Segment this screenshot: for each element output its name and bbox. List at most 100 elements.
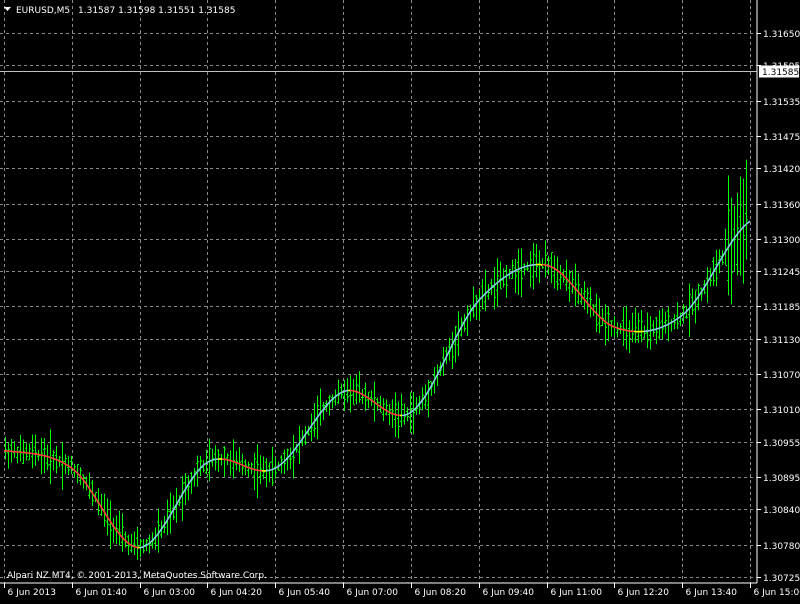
ma-segment [252,469,254,470]
watermark: Alpari NZ MT4, © 2001-2013, MetaQuotes S… [7,571,267,581]
y-tick-label: 1.30895 [763,474,800,484]
ma-segment [522,267,524,268]
ma-segment [392,413,394,414]
ma-segment [512,271,514,272]
ma-segment [50,457,52,458]
ma-segment [384,409,386,410]
ma-segment [380,406,382,407]
ma-segment [514,270,516,271]
ma-segment [240,464,242,465]
x-tick-label: 6 Jun 09:40 [483,588,535,598]
ma-segment [68,466,70,467]
ma-segment [526,266,528,267]
y-tick-label: 1.31475 [763,133,800,143]
ma-segment [234,462,236,463]
x-tick-label: 6 Jun 03:00 [144,588,196,598]
current-price-label: 1.31585 [762,68,799,78]
y-tick-label: 1.30780 [763,542,800,552]
current-price-badge: 1.31585 [759,66,799,79]
ma-segment [60,461,62,462]
ma-segment [508,274,510,275]
y-tick-label: 1.30955 [763,439,800,449]
y-tick-label: 1.31185 [763,303,800,313]
ma-segment [510,272,512,273]
symbol-timeframe: EURUSD,M5 [16,6,70,16]
ma-segment [230,461,232,462]
x-tick-label: 6 Jun 08:20 [415,588,467,598]
ma-segment [344,391,346,392]
ma-segment [506,275,508,276]
y-tick-label: 1.31070 [763,371,800,381]
ma-segment [142,547,144,548]
ma-segment [612,326,614,327]
ma-segment [146,544,148,545]
ma-segment [48,457,50,458]
ma-segment [248,467,250,468]
ma-segment [674,320,676,321]
ma-segment [548,266,550,267]
ma-segment [64,463,66,464]
ma-segment [394,414,396,415]
ma-segment [358,392,360,393]
y-tick-label: 1.31245 [763,268,800,278]
ma-segment [134,547,136,548]
ma-segment [410,412,412,413]
ma-segment [408,413,410,414]
ma-segment [354,391,356,392]
ma-segment [208,461,210,462]
ma-segment [366,397,368,398]
ma-segment [658,328,660,329]
y-tick-label: 1.31300 [763,236,800,246]
ma-segment [382,408,384,409]
y-tick-label: 1.31130 [763,336,800,346]
ma-segment [46,456,48,457]
ma-segment [554,268,556,269]
ma-segment [212,460,214,461]
ma-segment [390,413,392,414]
ma-segment [244,466,246,467]
ma-segment [274,468,276,469]
ma-segment [206,462,208,463]
ma-segment [54,459,56,460]
ma-segment [66,464,68,465]
ma-segment [386,410,388,411]
ma-segment [254,469,256,470]
ma-segment [676,318,678,319]
ma-segment [270,470,272,471]
y-tick-label: 1.31535 [763,98,800,108]
chart-header: EURUSD,M5 1.31587 1.31598 1.31551 1.3158… [4,6,235,16]
x-tick-label: 6 Jun 13:40 [686,588,738,598]
x-tick-label: 6 Jun 01:40 [76,588,128,598]
ma-segment [44,456,46,457]
ma-segment [616,328,618,329]
ma-segment [610,325,612,326]
ma-segment [242,465,244,466]
x-tick-label: 6 Jun 07:00 [347,588,399,598]
price-chart[interactable]: 1.316501.315951.315351.314751.314201.313… [0,0,800,600]
x-tick-label: 6 Jun 05:40 [279,588,331,598]
ma-segment [342,391,344,392]
ma-segment [656,329,658,330]
chart-area[interactable]: 1.316501.315951.315351.314751.314201.313… [0,0,800,600]
ma-segment [360,393,362,394]
ma-segment [608,324,610,325]
ma-segment [552,267,554,268]
ma-segment [654,329,656,330]
ma-segment [250,468,252,469]
ma-segment [524,266,526,267]
x-tick-label: 6 Jun 11:00 [551,588,603,598]
ma-segment [672,321,674,322]
x-tick-label: 6 Jun 2013 [8,588,56,598]
ma-segment [56,459,58,460]
ma-segment [662,326,664,327]
ma-segment [338,393,340,394]
ma-segment [362,394,364,395]
ma-segment [664,325,666,326]
y-tick-label: 1.31360 [763,201,800,211]
ma-segment [238,463,240,464]
ma-segment [620,329,622,330]
x-tick-label: 6 Jun 15:00 [754,588,800,598]
ma-segment [232,461,234,462]
x-tick-label: 6 Jun 12:20 [618,588,670,598]
ma-segment [228,460,230,461]
